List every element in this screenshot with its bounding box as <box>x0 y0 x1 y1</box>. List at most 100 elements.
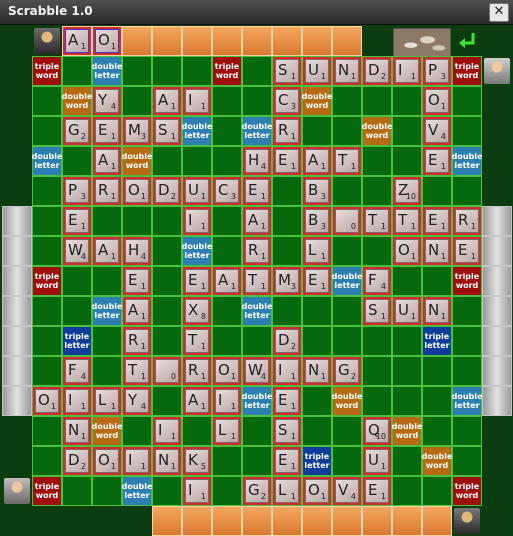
player-avatar-icon[interactable] <box>484 58 510 84</box>
rack-slot[interactable] <box>242 26 272 56</box>
letter-tile[interactable]: I1 <box>125 449 149 473</box>
board-square[interactable] <box>422 266 452 296</box>
rack-slot[interactable] <box>332 506 362 536</box>
board-square[interactable] <box>332 176 362 206</box>
board-square[interactable] <box>32 326 62 356</box>
board-square[interactable] <box>332 236 362 266</box>
board-square[interactable]: E1 <box>302 266 332 296</box>
board-square[interactable] <box>152 56 182 86</box>
board-square[interactable]: double letter <box>92 56 122 86</box>
board-square[interactable] <box>302 416 332 446</box>
board-square[interactable]: L1 <box>212 416 242 446</box>
board-square[interactable] <box>182 416 212 446</box>
letter-tile[interactable]: L1 <box>95 389 119 413</box>
board-square[interactable] <box>392 356 422 386</box>
board-square[interactable]: O1 <box>92 446 122 476</box>
board-square[interactable]: E1 <box>362 476 392 506</box>
board-square[interactable]: T1 <box>122 356 152 386</box>
letter-tile[interactable]: D2 <box>155 179 179 203</box>
board-square[interactable]: N1 <box>422 296 452 326</box>
board-square[interactable]: S1 <box>272 416 302 446</box>
board-square[interactable]: triple word <box>452 266 482 296</box>
letter-tile[interactable]: A1 <box>95 149 119 173</box>
letter-tile[interactable]: N1 <box>155 449 179 473</box>
board-square[interactable] <box>32 116 62 146</box>
board-square[interactable]: E1 <box>422 206 452 236</box>
letter-tile[interactable]: R1 <box>125 329 149 353</box>
letter-tile[interactable]: G2 <box>245 479 269 503</box>
rack-slot[interactable] <box>122 26 152 56</box>
letter-tile[interactable]: I1 <box>215 389 239 413</box>
board-square[interactable]: E1 <box>122 266 152 296</box>
letter-tile[interactable]: T1 <box>395 209 419 233</box>
board-square[interactable] <box>362 386 392 416</box>
board-square[interactable] <box>392 266 422 296</box>
board-square[interactable] <box>212 476 242 506</box>
board-square[interactable] <box>422 176 452 206</box>
board-square[interactable] <box>272 296 302 326</box>
board-square[interactable] <box>212 116 242 146</box>
letter-tile[interactable]: O1 <box>95 449 119 473</box>
board-square[interactable]: G2 <box>62 116 92 146</box>
board-square[interactable] <box>362 356 392 386</box>
rack-slot[interactable] <box>302 506 332 536</box>
letter-tile[interactable]: T1 <box>245 269 269 293</box>
board-square[interactable] <box>332 296 362 326</box>
board-square[interactable]: S1 <box>362 296 392 326</box>
board-square[interactable]: 0 <box>152 356 182 386</box>
letter-tile[interactable]: O1 <box>125 179 149 203</box>
board-square[interactable] <box>332 326 362 356</box>
rack-slot[interactable] <box>212 506 242 536</box>
letter-tile[interactable]: K5 <box>185 449 209 473</box>
letter-tile[interactable]: R1 <box>185 359 209 383</box>
letter-tile[interactable]: A1 <box>215 269 239 293</box>
board-square[interactable]: N1 <box>302 356 332 386</box>
board-square[interactable] <box>362 176 392 206</box>
letter-tile[interactable]: M3 <box>275 269 299 293</box>
board-square[interactable]: D2 <box>62 446 92 476</box>
letter-tile[interactable]: E1 <box>185 269 209 293</box>
letter-tile[interactable]: W4 <box>245 359 269 383</box>
board-square[interactable] <box>302 386 332 416</box>
board-square[interactable] <box>242 416 272 446</box>
letter-tile[interactable]: U1 <box>395 299 419 323</box>
board-square[interactable]: I1 <box>182 86 212 116</box>
board-square[interactable] <box>302 116 332 146</box>
rack-slot[interactable] <box>422 506 452 536</box>
board-square[interactable]: A1 <box>242 206 272 236</box>
board-square[interactable]: double letter <box>332 266 362 296</box>
letter-tile[interactable]: A1 <box>65 29 89 53</box>
letter-tile[interactable]: A1 <box>305 149 329 173</box>
player-avatar-icon[interactable] <box>454 508 480 534</box>
board-square[interactable] <box>452 356 482 386</box>
board-square[interactable]: double letter <box>32 146 62 176</box>
board-square[interactable]: T1 <box>362 206 392 236</box>
rack-slot[interactable]: A1 <box>62 26 92 56</box>
board-square[interactable]: B3 <box>302 176 332 206</box>
board-square[interactable] <box>92 356 122 386</box>
board-square[interactable] <box>152 386 182 416</box>
board-square[interactable]: O1 <box>392 236 422 266</box>
board-square[interactable]: L1 <box>272 476 302 506</box>
board-square[interactable]: double word <box>422 446 452 476</box>
board-square[interactable]: Q 10 <box>362 416 392 446</box>
letter-tile[interactable]: A1 <box>245 209 269 233</box>
letter-tile[interactable]: C3 <box>215 179 239 203</box>
rack-slot[interactable] <box>152 506 182 536</box>
close-button[interactable]: ✕ <box>489 3 509 22</box>
board-square[interactable]: I1 <box>122 446 152 476</box>
rack-slot[interactable] <box>182 26 212 56</box>
board-square[interactable]: W4 <box>62 236 92 266</box>
board-square[interactable]: A1 <box>302 146 332 176</box>
board-square[interactable]: A1 <box>92 146 122 176</box>
rack-slot[interactable] <box>392 506 422 536</box>
board-square[interactable] <box>62 266 92 296</box>
board-square[interactable] <box>32 206 62 236</box>
letter-tile[interactable]: R1 <box>455 209 479 233</box>
letter-tile[interactable]: P3 <box>65 179 89 203</box>
board-square[interactable] <box>182 146 212 176</box>
letter-tile[interactable]: F4 <box>65 359 89 383</box>
board-square[interactable] <box>32 236 62 266</box>
board-square[interactable] <box>392 446 422 476</box>
board-square[interactable] <box>212 86 242 116</box>
